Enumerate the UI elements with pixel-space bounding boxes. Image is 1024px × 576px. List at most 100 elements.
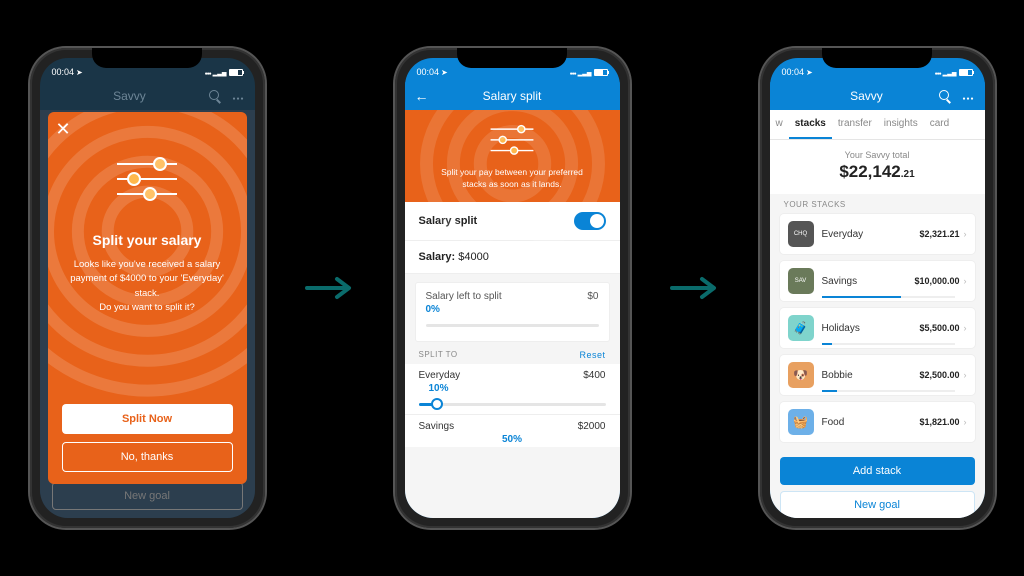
tab-insights[interactable]: insights xyxy=(878,110,924,139)
status-time: 00:04 xyxy=(417,67,440,77)
flow-arrow-icon xyxy=(670,273,720,303)
nav-bar: Savvy xyxy=(770,82,985,110)
chevron-right-icon: › xyxy=(964,370,967,380)
notch xyxy=(92,48,202,68)
stack-name: Bobbie xyxy=(822,370,920,381)
stack-name: Holidays xyxy=(822,323,920,334)
stack-row-everyday[interactable]: CHQ Everyday $2,321.21 › xyxy=(780,214,975,254)
close-icon[interactable]: ✕ xyxy=(56,120,71,138)
status-time: 00:04 xyxy=(52,67,75,77)
stack-amount: $1,821.00 xyxy=(919,417,959,427)
screen-3: 00:04 Savvy w stacks transfer insights c… xyxy=(770,58,985,518)
body-line: stack. xyxy=(135,288,160,299)
phone-3: 00:04 Savvy w stacks transfer insights c… xyxy=(760,48,995,528)
new-goal-button-underlay[interactable]: New goal xyxy=(52,482,243,510)
stack-name: Everyday xyxy=(822,229,920,240)
status-time: 00:04 xyxy=(782,67,805,77)
split-row-savings: Savings $2000 50% xyxy=(405,414,620,447)
split-row-everyday: Everyday $400 10% xyxy=(405,364,620,414)
reset-link[interactable]: Reset xyxy=(579,350,605,360)
stack-amount: $5,500.00 xyxy=(919,323,959,333)
stack-name: Savings xyxy=(822,276,915,287)
nav-title: Savvy xyxy=(58,89,202,103)
split-modal: ✕ Split your salary Looks like you've re… xyxy=(48,112,247,484)
back-icon[interactable] xyxy=(415,88,429,104)
tab-overview[interactable]: w xyxy=(770,110,789,139)
total-label: Your Savvy total xyxy=(770,150,985,160)
row-name: Everyday xyxy=(419,370,461,381)
screen-2: 00:04 Salary split xyxy=(405,58,620,518)
more-icon[interactable] xyxy=(962,89,974,103)
dog-icon: 🐶 xyxy=(788,362,814,388)
stack-row-food[interactable]: 🧺 Food $1,821.00 › xyxy=(780,402,975,442)
wifi-icon xyxy=(578,67,592,77)
hero: Split your pay between your preferred st… xyxy=(405,110,620,202)
row-pct: 10% xyxy=(419,383,606,394)
search-icon[interactable] xyxy=(209,89,224,103)
notch xyxy=(822,48,932,68)
stack-amount: $2,500.00 xyxy=(919,370,959,380)
search-icon[interactable] xyxy=(939,89,954,103)
flow-arrow-icon xyxy=(305,273,355,303)
split-to-header: SPLIT TO Reset xyxy=(405,342,620,364)
nav-title: Savvy xyxy=(802,89,932,103)
chevron-right-icon: › xyxy=(964,229,967,239)
salary-split-toggle[interactable] xyxy=(574,212,606,230)
battery-icon xyxy=(959,69,973,76)
stack-amount: $2,321.21 xyxy=(919,229,959,239)
split-now-button[interactable]: Split Now xyxy=(62,404,233,434)
stack-amount: $10,000.00 xyxy=(914,276,959,286)
battery-icon xyxy=(594,69,608,76)
chevron-right-icon: › xyxy=(964,323,967,333)
body-line: Looks like you've received a salary xyxy=(74,259,221,270)
row-name: Savings xyxy=(419,421,455,432)
tabs: w stacks transfer insights card xyxy=(770,110,985,140)
left-pct: 0% xyxy=(426,304,599,315)
stack-icon: SAV xyxy=(788,268,814,294)
row-pct: 50% xyxy=(419,434,606,445)
stack-name: Food xyxy=(822,417,920,428)
left-value: $0 xyxy=(587,291,598,302)
body-line: Do you want to split it? xyxy=(99,302,195,313)
location-icon xyxy=(74,67,83,77)
left-label: Salary left to split xyxy=(426,291,588,302)
add-stack-button[interactable]: Add stack xyxy=(780,457,975,485)
chevron-right-icon: › xyxy=(964,417,967,427)
wifi-icon xyxy=(943,67,957,77)
hero-line: Split your pay between your preferred xyxy=(441,167,583,177)
signal-icon xyxy=(935,67,941,77)
tab-stacks[interactable]: stacks xyxy=(789,110,832,139)
section-label: YOUR STACKS xyxy=(770,194,985,214)
stack-row-holidays[interactable]: 🧳 Holidays $5,500.00 › xyxy=(780,308,975,348)
location-icon xyxy=(439,67,448,77)
tab-transfer[interactable]: transfer xyxy=(832,110,878,139)
battery-icon xyxy=(229,69,243,76)
suitcase-icon: 🧳 xyxy=(788,315,814,341)
notch xyxy=(457,48,567,68)
stack-row-savings[interactable]: SAV Savings $10,000.00 › xyxy=(780,261,975,301)
left-slider xyxy=(426,317,599,333)
body-line: payment of $4000 to your 'Everyday' xyxy=(70,273,224,284)
row-amount: $400 xyxy=(583,370,605,381)
no-thanks-button[interactable]: No, thanks xyxy=(62,442,233,472)
phone-1: 00:04 Savvy New goal xyxy=(30,48,265,528)
total-amount: $22,142.21 xyxy=(770,162,985,182)
total-panel: Your Savvy total $22,142.21 xyxy=(770,140,985,194)
section-label: SPLIT TO xyxy=(419,350,458,360)
stack-row-bobbie[interactable]: 🐶 Bobbie $2,500.00 › xyxy=(780,355,975,395)
more-icon[interactable] xyxy=(232,89,244,103)
signal-icon xyxy=(205,67,211,77)
slider-everyday[interactable] xyxy=(419,396,606,412)
chevron-right-icon: › xyxy=(964,276,967,286)
stack-icon: CHQ xyxy=(788,221,814,247)
tab-card[interactable]: card xyxy=(924,110,955,139)
basket-icon: 🧺 xyxy=(788,409,814,435)
nav-title: Salary split xyxy=(437,89,588,103)
location-icon xyxy=(804,67,813,77)
hero-line: stacks as soon as it lands. xyxy=(462,179,561,189)
modal-body: Looks like you've received a salary paym… xyxy=(70,258,224,315)
new-goal-button[interactable]: New goal xyxy=(780,491,975,518)
row-amount: $2000 xyxy=(578,421,606,432)
nav-bar: Savvy xyxy=(40,82,255,110)
phone-2: 00:04 Salary split xyxy=(395,48,630,528)
